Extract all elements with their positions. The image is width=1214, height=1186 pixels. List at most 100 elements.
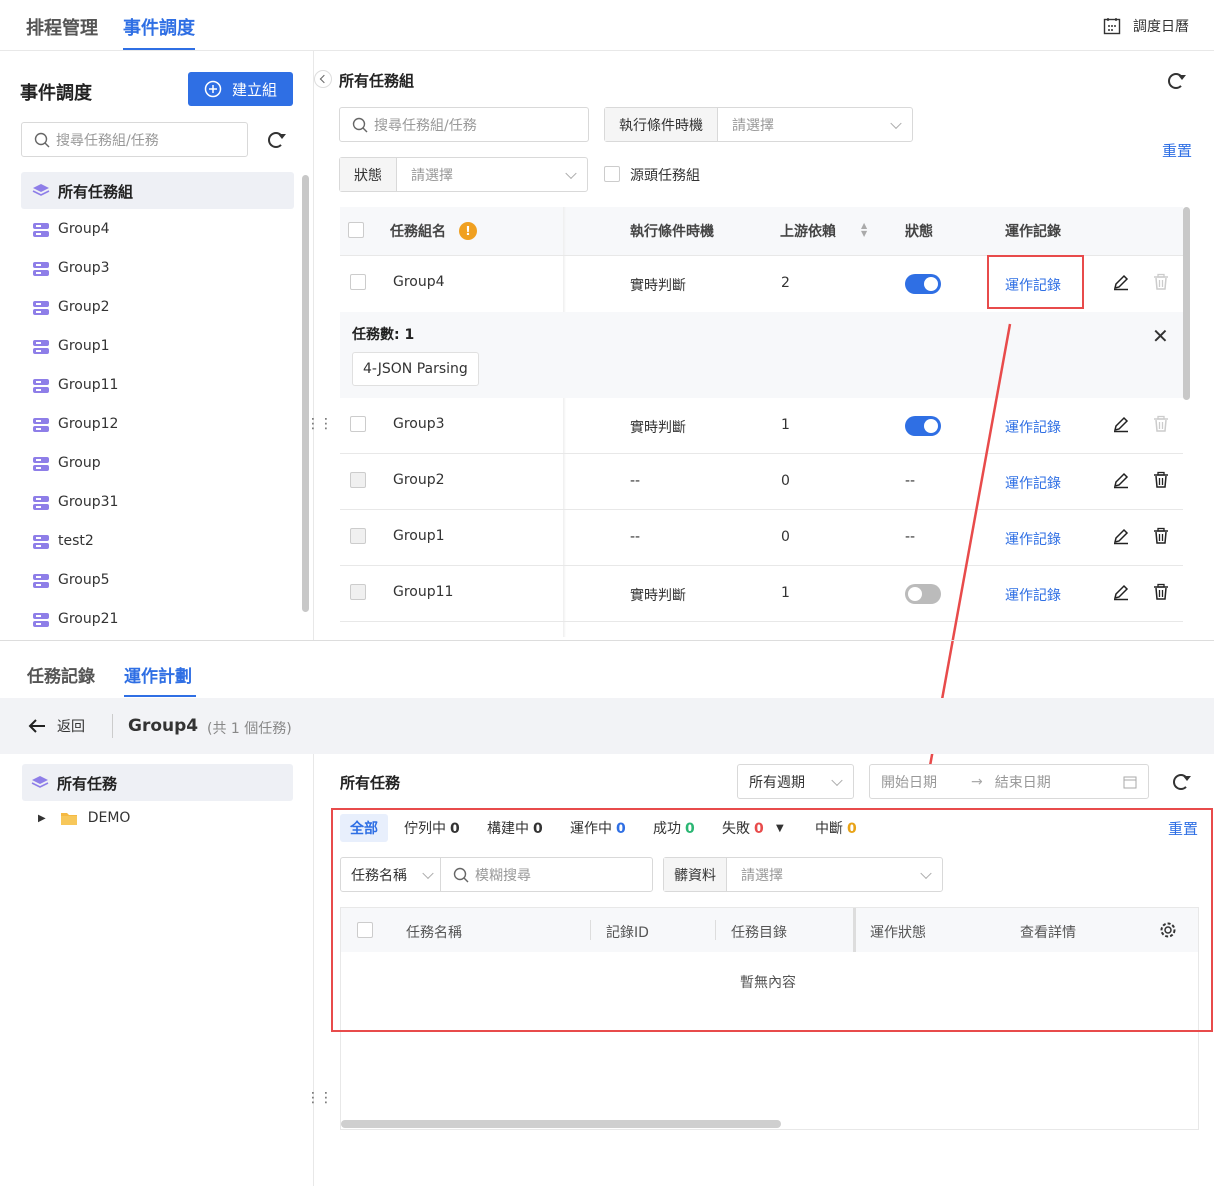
edit-icon[interactable] (1112, 471, 1130, 489)
delete-icon[interactable] (1152, 527, 1170, 545)
create-group-label: 建立組 (231, 80, 277, 99)
sidebar-item-all[interactable]: 所有任務組 (21, 172, 294, 209)
breadcrumb-divider (112, 714, 113, 738)
sidebar-item-group[interactable]: Group (58, 455, 101, 471)
status-toggle[interactable] (905, 274, 941, 294)
sidebar-search-placeholder: 搜尋任務組/任務 (56, 132, 159, 149)
edit-icon[interactable] (1112, 415, 1130, 433)
row-upstream: 2 (781, 275, 790, 291)
row-upstream: 0 (781, 473, 790, 489)
group-icon (33, 457, 49, 471)
tab-run-plan[interactable]: 運作計劃 (124, 662, 192, 687)
row-upstream: 1 (781, 585, 790, 601)
sidebar-item-group[interactable]: Group12 (58, 416, 118, 432)
row-group-name: Group1 (393, 528, 445, 544)
main-refresh-icon[interactable] (1168, 73, 1186, 89)
source-group-checkbox[interactable] (604, 166, 620, 182)
resize-handle-icon[interactable]: ⋮⋮ (306, 1090, 333, 1106)
task-table-hscrollbar[interactable] (341, 1120, 781, 1128)
delete-icon[interactable] (1152, 583, 1170, 601)
edit-icon[interactable] (1112, 527, 1130, 545)
fixed-column-shadow (563, 207, 566, 637)
layers-icon (31, 776, 49, 788)
collapse-sidebar-button[interactable] (314, 70, 332, 88)
chevron-down-icon (890, 117, 902, 129)
group-icon (33, 340, 49, 354)
tree-item-all[interactable]: 所有任務 (22, 764, 293, 801)
main-reset-link[interactable]: 重置 (1162, 140, 1192, 161)
row-cond: 實時判斷 (630, 420, 686, 436)
col-upstream: 上游依賴 (780, 224, 836, 240)
main-search-input[interactable]: 搜尋任務組/任務 (339, 107, 589, 142)
create-group-button[interactable]: 建立組 (188, 72, 293, 106)
row-divider (340, 621, 1183, 622)
delete-icon[interactable] (1152, 471, 1170, 489)
sidebar-item-group[interactable]: Group1 (58, 338, 110, 354)
sort-icon[interactable]: ▲ ▼ (861, 222, 867, 238)
col-log: 運作記錄 (1005, 224, 1061, 240)
col-cond: 執行條件時機 (630, 224, 714, 240)
sidebar-item-group[interactable]: Group2 (58, 299, 110, 315)
sidebar-item-group[interactable]: Group3 (58, 260, 110, 276)
group-icon (33, 379, 49, 393)
row-upstream: 0 (781, 529, 790, 545)
bottom-title: 所有任務 (340, 774, 401, 792)
tree-folder-demo[interactable]: ▶ DEMO (38, 810, 130, 826)
delete-icon[interactable] (1152, 415, 1170, 433)
chevron-down-icon (565, 167, 577, 179)
breadcrumb-meta: (共 1 個任務) (207, 721, 292, 737)
edit-icon[interactable] (1112, 273, 1130, 291)
back-button[interactable]: 返回 (28, 716, 85, 736)
main-title: 所有任務組 (339, 72, 415, 90)
sidebar-item-group[interactable]: Group4 (58, 221, 110, 237)
chevron-down-icon (831, 774, 843, 786)
table-scrollbar[interactable] (1183, 207, 1190, 400)
arrow-right-icon: → (971, 773, 983, 790)
delete-icon[interactable] (1152, 273, 1170, 291)
row-checkbox[interactable] (350, 416, 366, 432)
tab-event-dispatch[interactable]: 事件調度 (123, 14, 195, 40)
date-range-picker[interactable]: 開始日期 → 結束日期 (869, 764, 1149, 799)
row-divider (340, 453, 1183, 454)
row-cond: 實時判斷 (630, 278, 686, 294)
status-label: 狀態 (340, 158, 397, 191)
sidebar-item-group[interactable]: test2 (58, 533, 94, 549)
select-all-checkbox[interactable] (348, 222, 364, 238)
status-select[interactable]: 狀態 請選擇 (339, 157, 588, 192)
row-cond: 實時判斷 (630, 588, 686, 604)
resize-handle-icon[interactable]: ⋮⋮ (306, 416, 333, 432)
sidebar-item-group[interactable]: Group21 (58, 611, 118, 627)
tab-schedule[interactable]: 排程管理 (26, 14, 98, 40)
task-count-label: 任務數: 1 (352, 327, 415, 343)
end-date-placeholder: 結束日期 (994, 774, 1051, 791)
warning-icon: ! (459, 222, 477, 240)
bottom-refresh-icon[interactable] (1173, 774, 1191, 790)
calendar-icon (1123, 776, 1137, 788)
row-checkbox[interactable] (350, 472, 366, 488)
row-checkbox[interactable] (350, 584, 366, 600)
col-status: 狀態 (905, 224, 933, 240)
row-checkbox[interactable] (350, 528, 366, 544)
task-tag[interactable]: 4-JSON Parsing (352, 352, 479, 386)
sidebar-item-group[interactable]: Group5 (58, 572, 110, 588)
sidebar-item-group[interactable]: Group31 (58, 494, 118, 510)
col-group-name: 任務組名 (390, 224, 446, 240)
close-icon[interactable]: ✕ (1152, 326, 1169, 346)
search-icon (34, 132, 50, 147)
edit-icon[interactable] (1112, 583, 1130, 601)
back-label: 返回 (57, 719, 85, 735)
sidebar-scrollbar[interactable] (302, 175, 309, 612)
cond-placeholder: 請選擇 (732, 117, 774, 134)
breadcrumb-group: Group4 (128, 716, 199, 736)
row-group-name: Group3 (393, 416, 445, 432)
calendar-button[interactable]: 調度日曆 (1103, 16, 1189, 36)
row-group-name: Group11 (393, 584, 454, 600)
sidebar-refresh-icon[interactable] (268, 132, 286, 148)
period-select[interactable]: 所有週期 (737, 764, 854, 799)
sidebar-search-input[interactable]: 搜尋任務組/任務 (21, 122, 248, 157)
row-checkbox[interactable] (350, 274, 366, 290)
tab-task-record[interactable]: 任務記錄 (27, 662, 95, 687)
row-cond: -- (630, 529, 641, 545)
sidebar-item-group[interactable]: Group11 (58, 377, 118, 393)
cond-select[interactable]: 執行條件時機 請選擇 (604, 107, 913, 142)
